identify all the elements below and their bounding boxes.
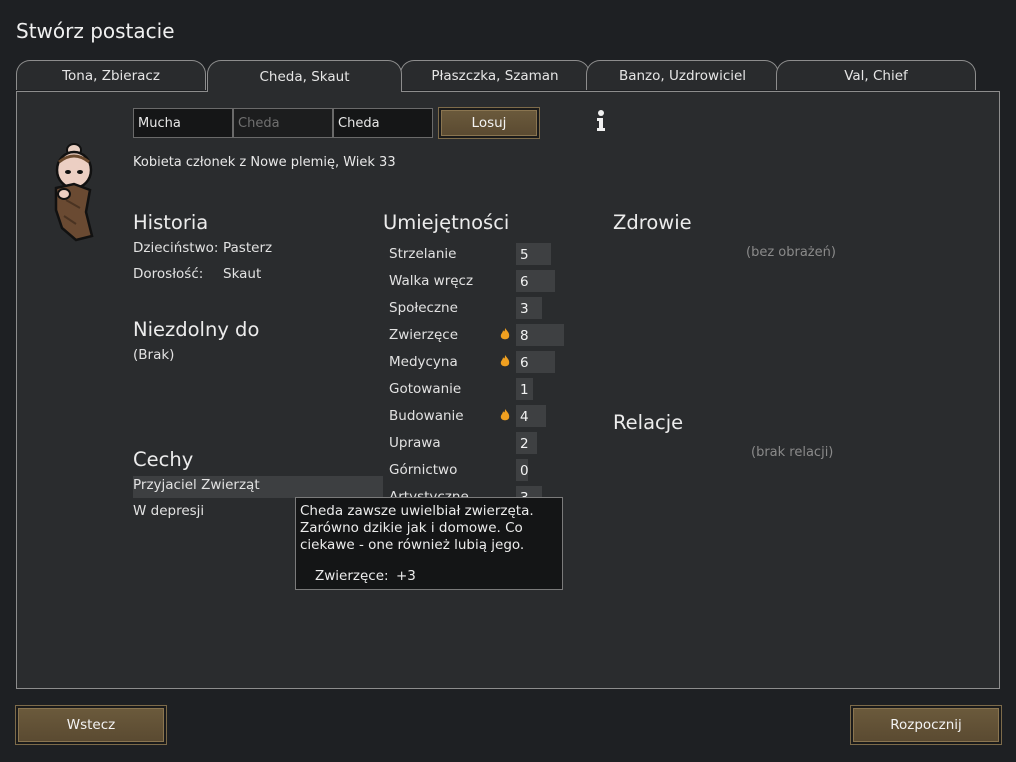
tooltip-modifier-value: +3: [396, 568, 416, 584]
relations-status: (brak relacji): [751, 445, 834, 460]
tooltip-modifier-label: Zwierzęce:: [315, 568, 389, 584]
trait-depressive[interactable]: W depresji: [133, 503, 204, 519]
childhood-label: Dzieciństwo:: [133, 240, 219, 256]
skill-name: Społeczne: [389, 300, 458, 316]
passion-flame-icon: [500, 409, 510, 421]
tooltip-line-3: ciekawe - one również lubią jego.: [300, 537, 525, 553]
first-name-input[interactable]: [133, 108, 233, 138]
incapable-value: (Brak): [133, 347, 175, 363]
tab-banzo[interactable]: Banzo, Uzdrowiciel: [586, 60, 779, 90]
last-name-input[interactable]: [333, 108, 433, 138]
passion-flame-icon: [500, 328, 510, 340]
skill-name: Górnictwo: [389, 462, 458, 478]
trait-animal-lover[interactable]: Przyjaciel Zwierząt: [133, 477, 260, 493]
skill-level: 4: [520, 409, 529, 425]
pawn-description: Kobieta członek z Nowe plemię, Wiek 33: [133, 155, 396, 170]
passion-flame-icon: [500, 355, 510, 367]
skill-name: Strzelanie: [389, 246, 457, 262]
incapable-title: Niezdolny do: [133, 318, 260, 341]
skill-level: 3: [520, 301, 529, 317]
nickname-input[interactable]: [233, 108, 333, 138]
tab-tona[interactable]: Tona, Zbieracz: [16, 60, 206, 90]
randomize-button[interactable]: Losuj: [439, 108, 539, 138]
character-tabs: Tona, Zbieracz Cheda, Skaut Płaszczka, S…: [16, 60, 996, 92]
adulthood-backstory[interactable]: Skaut: [223, 266, 261, 282]
skill-level: 1: [520, 382, 529, 398]
back-button[interactable]: Wstecz: [16, 706, 166, 744]
relations-title: Relacje: [613, 411, 684, 434]
health-title: Zdrowie: [613, 211, 692, 234]
skill-name: Walka wręcz: [389, 273, 474, 289]
pawn-portrait: [54, 143, 94, 242]
skill-level: 5: [520, 247, 529, 263]
skill-name: Budowanie: [389, 408, 464, 424]
character-panel: [16, 91, 1000, 689]
childhood-backstory[interactable]: Pasterz: [223, 240, 272, 256]
tooltip-line-2: Zarówno dzikie jak i domowe. Co: [300, 520, 523, 536]
skill-level: 6: [520, 355, 529, 371]
history-title: Historia: [133, 211, 209, 234]
adulthood-label: Dorosłość:: [133, 266, 204, 282]
health-status: (bez obrażeń): [746, 245, 836, 260]
skill-level: 0: [520, 463, 529, 479]
traits-title: Cechy: [133, 448, 194, 471]
skill-level: 6: [520, 274, 529, 290]
skill-level: 2: [520, 436, 529, 452]
skill-name: Gotowanie: [389, 381, 462, 397]
tab-cheda[interactable]: Cheda, Skaut: [207, 60, 402, 92]
page-title: Stwórz postacie: [16, 19, 175, 43]
trait-tooltip: Cheda zawsze uwielbiał zwierzęta. Zarówn…: [295, 497, 563, 590]
skill-name: Medycyna: [389, 354, 458, 370]
skill-name: Uprawa: [389, 435, 441, 451]
tooltip-line-1: Cheda zawsze uwielbiał zwierzęta.: [300, 503, 534, 519]
skill-level: 8: [520, 328, 529, 344]
skills-title: Umiejętności: [383, 211, 510, 234]
skill-name: Zwierzęce: [389, 327, 459, 343]
start-button[interactable]: Rozpocznij: [851, 706, 1001, 744]
tab-plaszczka[interactable]: Płaszczka, Szaman: [400, 60, 590, 90]
info-icon[interactable]: [594, 110, 608, 132]
tab-val[interactable]: Val, Chief: [776, 60, 976, 90]
